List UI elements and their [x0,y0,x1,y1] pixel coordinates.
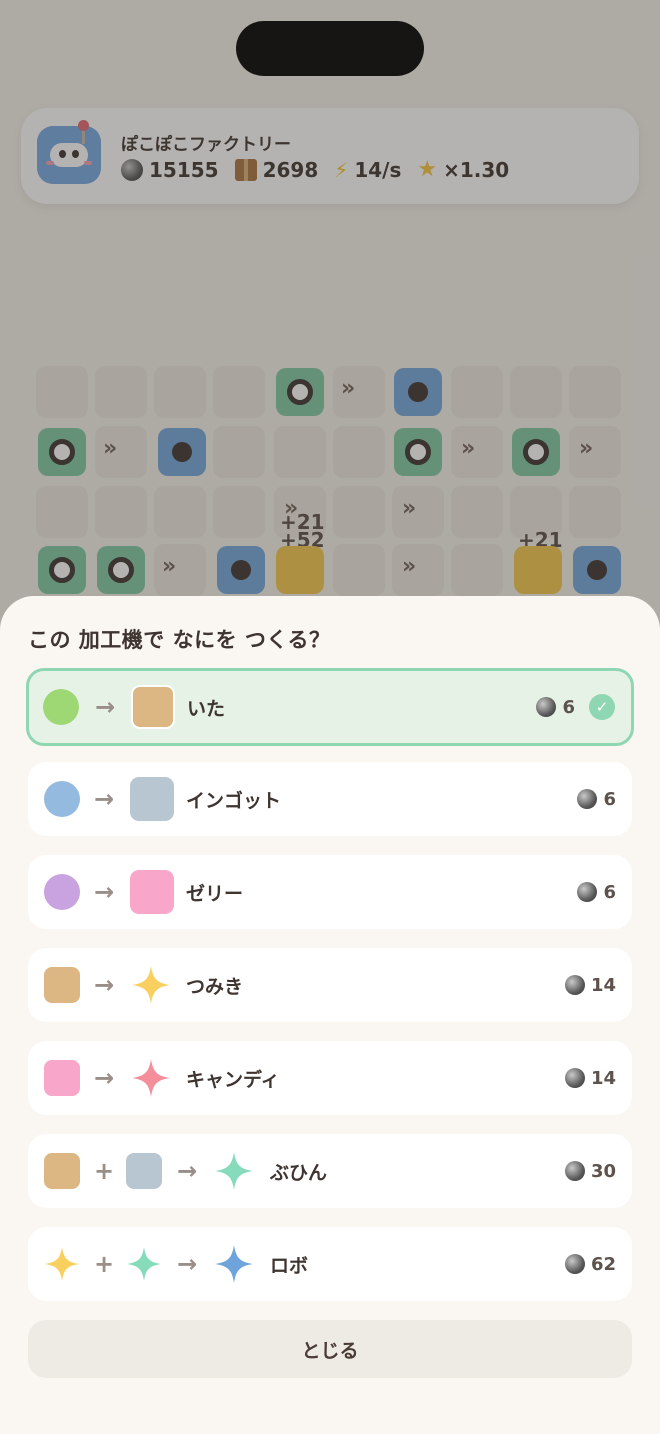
recipe-cost: 62 [564,1227,616,1301]
coin-icon [564,975,585,995]
arrow-icon: → [94,1064,115,1092]
jelly-icon [44,1060,80,1096]
recipe-name: ゼリー [186,882,244,905]
arrow-icon: → [177,1250,198,1278]
recipe-cost: 14 [564,948,616,1022]
recipe-option-jelly[interactable]: → ゼリー 6 [28,855,632,929]
recipe-option-candy[interactable]: → キャンディ 14 [28,1041,632,1115]
recipe-option-ingot[interactable]: → インゴット 6 [28,762,632,836]
recipe-cost: 6 ✓ [536,671,615,743]
ingot-icon [126,1153,162,1189]
recipe-cost: 30 [564,1134,616,1208]
plank-icon [44,1153,80,1189]
recipe-name: ぶひん [270,1161,328,1184]
arrow-icon: → [94,878,115,906]
coin-icon [564,1068,585,1088]
recipe-name: いた [187,697,226,720]
recipe-name: インゴット [186,789,282,812]
recipe-option-ita[interactable]: → いた 6 ✓ [26,668,634,746]
recipe-cost: 6 [577,855,616,929]
recipe-name: つみき [186,975,244,998]
purple-ore-icon [44,874,80,910]
plus-icon: + [94,1250,115,1278]
recipe-name: ロボ [270,1254,309,1277]
plank-icon [44,967,80,1003]
sheet-title: この 加工機で なにを つくる？ [28,628,331,652]
coin-icon [564,1161,585,1181]
recipe-sheet: この 加工機で なにを つくる？ → いた 6 ✓ → インゴット 6 → ゼリ… [0,596,660,1434]
mint-sparkle-icon [126,1246,162,1282]
arrow-icon: → [177,1157,198,1185]
ingot-icon [130,777,174,821]
arrow-icon: → [94,971,115,999]
yellow-sparkle-icon [132,966,170,1004]
plus-icon: + [94,1157,115,1185]
coin-icon [536,697,557,717]
coin-icon [564,1254,585,1274]
recipe-cost: 14 [564,1041,616,1115]
coin-icon [577,789,598,809]
blue-ore-icon [44,781,80,817]
arrow-icon: → [95,693,116,721]
blue-sparkle-icon [215,1245,253,1283]
selected-check-icon: ✓ [589,694,615,720]
recipe-option-tsumiki[interactable]: → つみき 14 [28,948,632,1022]
mint-sparkle-icon [215,1152,253,1190]
green-ore-icon [43,689,79,725]
jelly-icon [130,870,174,914]
coin-icon [577,882,598,902]
recipe-name: キャンディ [186,1068,280,1091]
arrow-icon: → [94,785,115,813]
pink-sparkle-icon [132,1059,170,1097]
recipe-input [43,671,79,743]
yellow-sparkle-icon [44,1246,80,1282]
recipe-option-robo[interactable]: + → ロボ 62 [28,1227,632,1301]
plank-icon [131,685,175,729]
recipe-option-buhin[interactable]: + → ぶひん 30 [28,1134,632,1208]
close-button[interactable]: とじる [28,1320,632,1378]
recipe-cost: 6 [577,762,616,836]
